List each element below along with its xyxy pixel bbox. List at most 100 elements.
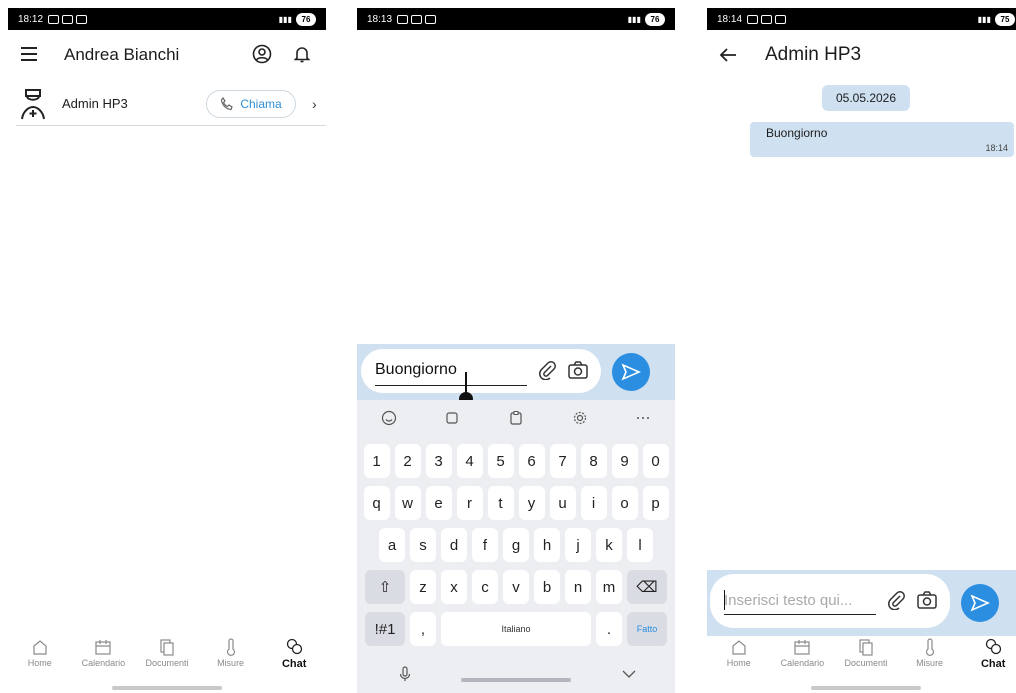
paperclip-icon[interactable] <box>886 590 906 610</box>
camera-icon[interactable] <box>916 590 938 610</box>
status-bar: 18:13 ▮▮▮ 76 <box>357 8 675 30</box>
key-8[interactable]: 8 <box>580 444 607 478</box>
message-input[interactable]: Buongiorno <box>361 349 601 393</box>
message-input[interactable]: Inserisci testo qui... <box>710 574 950 628</box>
notification-icons <box>397 14 437 24</box>
key-1[interactable]: 1 <box>363 444 390 478</box>
key-i[interactable]: i <box>580 486 607 520</box>
input-underline <box>375 385 527 386</box>
message-bubble[interactable]: Buongiorno 18:14 <box>750 122 1014 157</box>
more-options-icon[interactable] <box>635 410 651 426</box>
nav-misure[interactable]: Misure <box>201 638 261 682</box>
key-h[interactable]: h <box>534 528 560 562</box>
key-w[interactable]: w <box>394 486 421 520</box>
key-m[interactable]: m <box>596 570 622 604</box>
symbols-key[interactable]: !#1 <box>365 612 405 646</box>
key-z[interactable]: z <box>410 570 436 604</box>
nav-label: Chat <box>281 658 307 670</box>
space-key[interactable]: Italiano <box>441 612 591 646</box>
key-u[interactable]: u <box>549 486 576 520</box>
backspace-key[interactable]: ⌫ <box>627 570 667 604</box>
key-2[interactable]: 2 <box>394 444 421 478</box>
call-button[interactable]: Chiama <box>206 90 296 118</box>
key-g[interactable]: g <box>503 528 529 562</box>
sticker-icon[interactable] <box>444 410 460 426</box>
nav-home[interactable]: Home <box>10 638 70 682</box>
key-l[interactable]: l <box>627 528 653 562</box>
key-x[interactable]: x <box>441 570 467 604</box>
key-0[interactable]: 0 <box>642 444 669 478</box>
camera-icon[interactable] <box>567 360 589 380</box>
key-t[interactable]: t <box>487 486 514 520</box>
key-k[interactable]: k <box>596 528 622 562</box>
bottom-nav: Home Calendario Documenti Misure Chat <box>707 638 1016 682</box>
key-7[interactable]: 7 <box>549 444 576 478</box>
chevron-right-icon[interactable]: › <box>312 96 317 112</box>
menu-icon[interactable] <box>20 45 38 63</box>
nav-calendario[interactable]: Calendario <box>73 638 133 682</box>
nav-label: Calendario <box>81 658 126 668</box>
nav-home[interactable]: Home <box>709 638 769 682</box>
key-v[interactable]: v <box>503 570 529 604</box>
key-a[interactable]: a <box>379 528 405 562</box>
key-s[interactable]: s <box>410 528 436 562</box>
chat-icon <box>287 638 303 655</box>
period-key[interactable]: . <box>596 612 622 646</box>
key-c[interactable]: c <box>472 570 498 604</box>
done-key[interactable]: Fatto <box>627 612 667 646</box>
key-6[interactable]: 6 <box>518 444 545 478</box>
key-q[interactable]: q <box>363 486 390 520</box>
nav-label: Home <box>27 658 52 668</box>
clipboard-icon[interactable] <box>508 410 524 426</box>
chat-title: Admin HP3 <box>765 44 862 65</box>
shift-key[interactable]: ⇧ <box>365 570 405 604</box>
key-o[interactable]: o <box>611 486 638 520</box>
signal-icon: ▮▮▮ <box>278 14 292 24</box>
emoji-icon[interactable] <box>381 410 397 426</box>
calendar-icon <box>95 640 111 655</box>
notification-icons <box>747 14 787 24</box>
message-composer: Inserisci testo qui... <box>707 570 1016 636</box>
nav-documenti[interactable]: Documenti <box>836 638 896 682</box>
microphone-icon[interactable] <box>397 666 413 682</box>
text-cursor <box>465 372 467 394</box>
key-9[interactable]: 9 <box>611 444 638 478</box>
notification-icons <box>48 14 88 24</box>
key-b[interactable]: b <box>534 570 560 604</box>
battery-badge: 75 <box>995 12 1015 26</box>
send-button[interactable] <box>612 353 650 391</box>
user-profile-icon[interactable] <box>252 44 272 64</box>
key-j[interactable]: j <box>565 528 591 562</box>
key-p[interactable]: p <box>642 486 669 520</box>
nav-documenti[interactable]: Documenti <box>137 638 197 682</box>
back-arrow-icon[interactable] <box>719 47 737 63</box>
key-3[interactable]: 3 <box>425 444 452 478</box>
home-icon <box>732 640 746 655</box>
notifications-bell-icon[interactable] <box>292 44 312 64</box>
settings-gear-icon[interactable] <box>572 410 588 426</box>
key-n[interactable]: n <box>565 570 591 604</box>
nav-calendario[interactable]: Calendario <box>772 638 832 682</box>
key-e[interactable]: e <box>425 486 452 520</box>
gesture-bar <box>112 686 222 690</box>
key-4[interactable]: 4 <box>456 444 483 478</box>
paperclip-icon[interactable] <box>537 360 557 380</box>
thermometer-icon <box>925 638 934 656</box>
contact-row[interactable]: Admin HP3 Chiama › <box>16 84 326 126</box>
signal-icon: ▮▮▮ <box>977 14 991 24</box>
comma-key[interactable]: , <box>410 612 436 646</box>
chevron-down-icon[interactable] <box>621 668 637 680</box>
key-5[interactable]: 5 <box>487 444 514 478</box>
nav-misure[interactable]: Misure <box>900 638 960 682</box>
key-r[interactable]: r <box>456 486 483 520</box>
phone-icon <box>221 97 234 111</box>
nav-label: Calendario <box>780 658 825 668</box>
key-f[interactable]: f <box>472 528 498 562</box>
nav-chat[interactable]: Chat <box>963 638 1016 682</box>
send-button[interactable] <box>961 584 999 622</box>
page-title: Andrea Bianchi <box>64 45 180 64</box>
key-y[interactable]: y <box>518 486 545 520</box>
key-d[interactable]: d <box>441 528 467 562</box>
nav-chat[interactable]: Chat <box>264 638 324 682</box>
nav-label: Misure <box>916 658 944 668</box>
